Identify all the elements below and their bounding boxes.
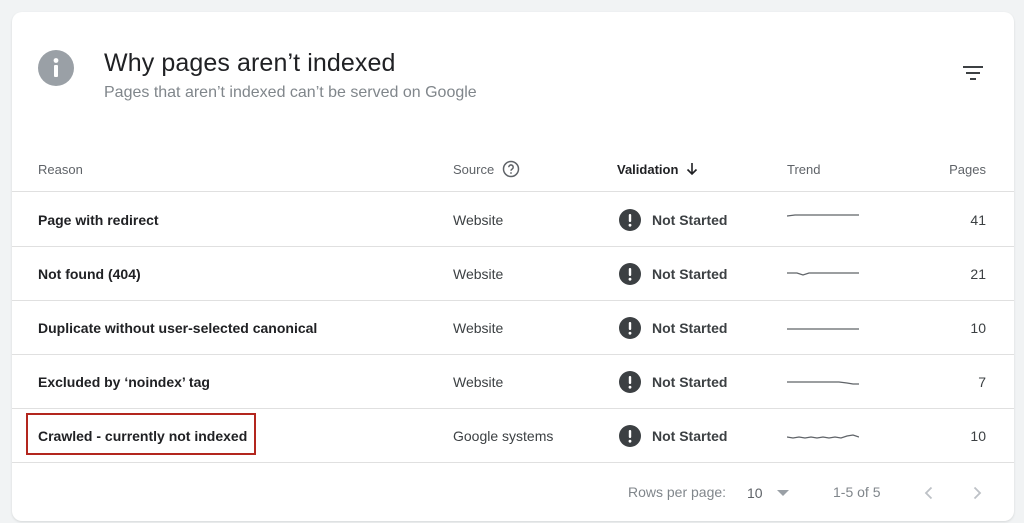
chevron-left-icon [924,486,933,500]
table-header: Reason Source Validation Trend Pages [12,146,1014,192]
row-trend-sparkline [787,247,859,301]
table-row[interactable]: Not found (404) Website Not Started 21 [12,247,1014,301]
row-reason: Crawled - currently not indexed [38,428,248,444]
table-row[interactable]: Page with redirect Website Not Started 4… [12,193,1014,247]
column-header-validation[interactable]: Validation [617,146,700,192]
table-row[interactable]: Excluded by ‘noindex’ tag Website Not St… [12,355,1014,409]
alert-circle-icon [619,263,641,285]
row-source: Website [453,374,504,390]
column-header-reason[interactable]: Reason [38,146,83,192]
row-trend-sparkline [787,409,859,463]
row-validation-status: Not Started [652,428,728,444]
rows-per-page-value: 10 [747,485,763,501]
table-row[interactable]: Crawled - currently not indexed Google s… [12,409,1014,463]
row-pages: 10 [970,428,986,444]
row-pages: 7 [978,374,986,390]
info-icon [38,50,74,86]
row-validation: Not Started [619,355,727,409]
next-page-button[interactable] [964,480,990,506]
row-reason: Not found (404) [38,266,141,282]
rows-per-page-label: Rows per page: [628,484,727,500]
column-header-source[interactable]: Source [453,146,520,192]
column-header-source-label: Source [453,161,495,177]
row-validation-status: Not Started [652,266,728,282]
arrow-down-icon [687,163,698,176]
row-pages: 21 [970,266,986,282]
column-header-trend: Trend [787,161,821,177]
alert-circle-icon [619,425,641,447]
row-reason: Duplicate without user-selected canonica… [38,320,318,336]
row-validation: Not Started [619,193,727,247]
row-pages: 41 [970,212,986,228]
row-validation-status: Not Started [652,320,728,336]
row-validation: Not Started [619,409,727,463]
caret-down-icon [776,490,789,496]
row-trend-sparkline [787,193,859,247]
alert-circle-icon [619,317,641,339]
row-trend-sparkline [787,355,859,409]
row-trend-sparkline [787,301,859,355]
column-header-pages[interactable]: Pages [949,146,986,192]
previous-page-button[interactable] [916,480,942,506]
card-subtitle: Pages that aren’t indexed can’t be serve… [104,84,477,101]
row-validation-status: Not Started [652,374,728,390]
alert-circle-icon [619,371,641,393]
row-reason: Excluded by ‘noindex’ tag [38,374,210,390]
row-validation: Not Started [619,301,727,355]
table-pagination: Rows per page: 10 1-5 of 5 [12,474,1014,514]
alert-circle-icon [619,209,641,231]
column-header-validation-label: Validation [617,161,679,177]
row-source: Website [453,266,504,282]
chevron-right-icon [973,486,982,500]
row-reason: Page with redirect [38,212,159,228]
filter-icon [963,66,983,80]
row-source: Google systems [453,428,554,444]
row-source: Website [453,212,504,228]
row-validation: Not Started [619,247,727,301]
why-not-indexed-card: Why pages aren’t indexed Pages that aren… [12,12,1014,521]
rows-per-page-select[interactable]: 10 [747,480,797,506]
table-row[interactable]: Duplicate without user-selected canonica… [12,301,1014,355]
filter-button[interactable] [958,60,988,86]
row-pages: 10 [970,320,986,336]
help-circle-icon[interactable] [502,160,520,178]
row-source: Website [453,320,504,336]
card-title: Why pages aren’t indexed [104,49,396,77]
row-validation-status: Not Started [652,212,728,228]
pagination-range: 1-5 of 5 [833,484,881,500]
